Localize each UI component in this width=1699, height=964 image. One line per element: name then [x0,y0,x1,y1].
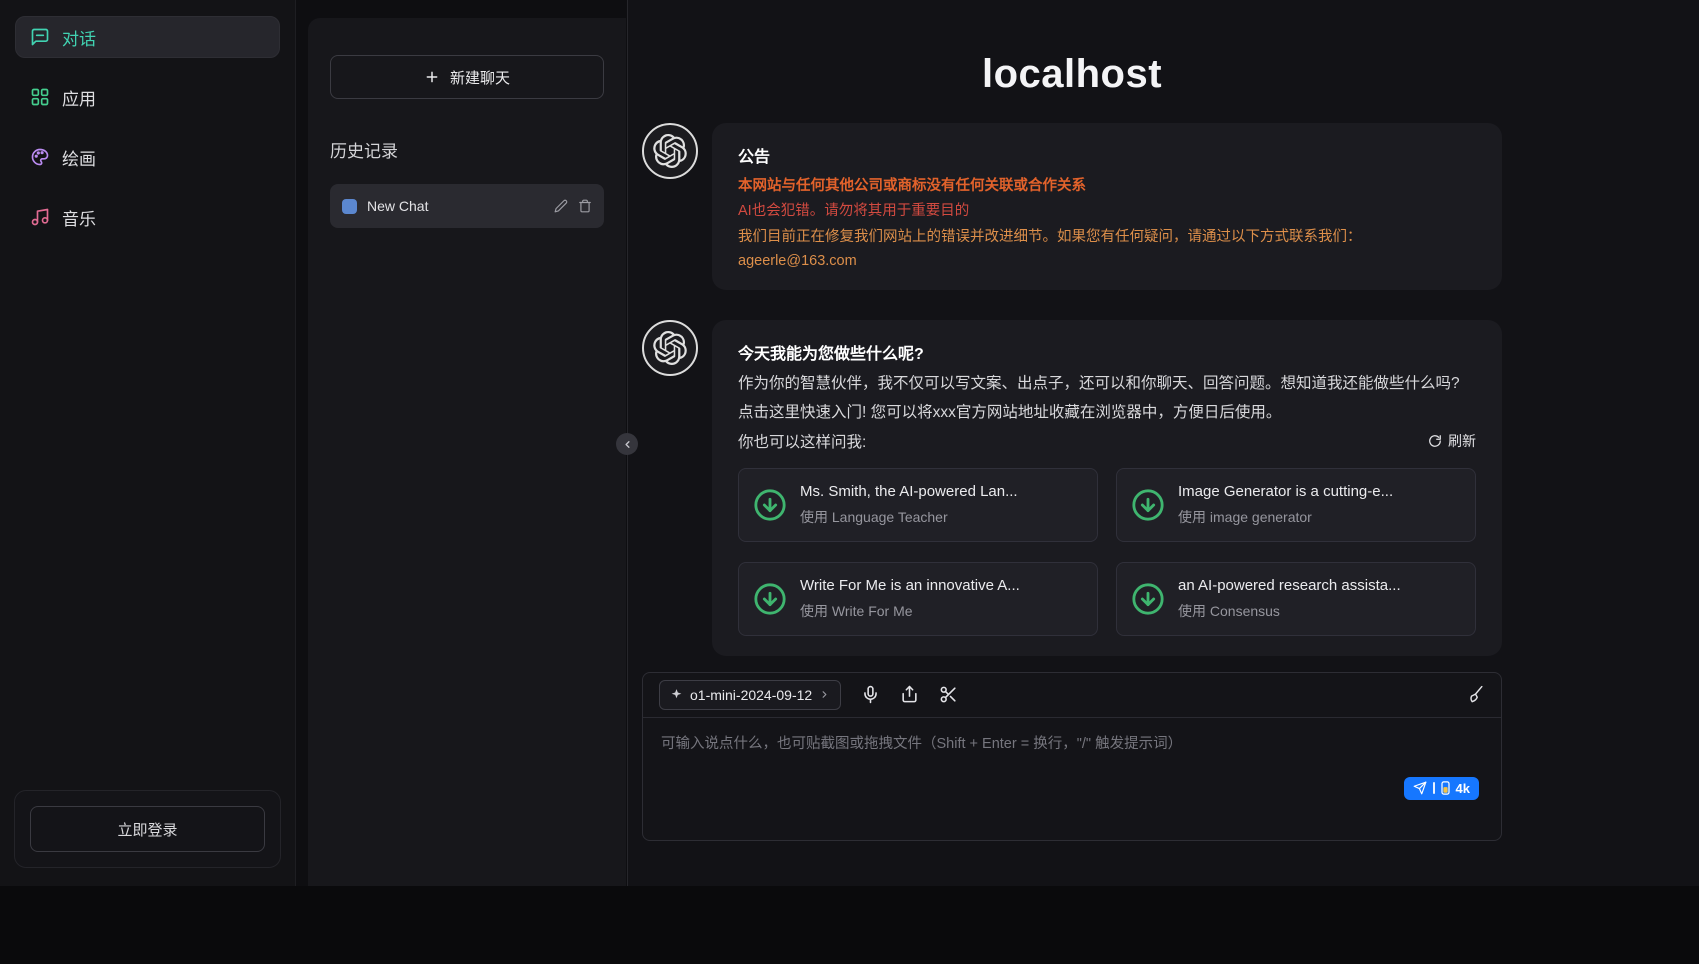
message-announcement: 公告 本网站与任何其他公司或商标没有任何关联或合作关系 AI也会犯错。请勿将其用… [642,123,1502,290]
arrow-down-circle-icon [753,488,787,522]
model-selector[interactable]: o1-mini-2024-09-12 [659,680,841,710]
chat-item-title: New Chat [367,198,544,214]
music-note-icon [30,207,50,227]
announcement-bubble: 公告 本网站与任何其他公司或商标没有任何关联或合作关系 AI也会犯错。请勿将其用… [712,123,1502,290]
bottom-strip [0,886,1699,964]
announcement-line: 我们目前正在修复我们网站上的错误并改进细节。如果您有任何疑问，请通过以下方式联系… [738,226,1476,248]
sparkle-icon [670,688,683,701]
collapse-sidebar-button[interactable] [616,433,638,455]
assistant-avatar [642,320,698,376]
chevron-right-icon [819,689,830,700]
welcome-title: 今天我能为您做些什么呢? [738,340,1476,364]
assistant-avatar [642,123,698,179]
suggestion-title: an AI-powered research assista... [1178,577,1401,594]
palette-icon [30,147,50,167]
delete-icon[interactable] [578,199,592,213]
apps-grid-icon [30,87,50,107]
microphone-icon [861,685,880,704]
page-title: localhost [642,52,1502,97]
sidebar-item-music[interactable]: 音乐 [15,196,280,238]
sidebar-item-apps[interactable]: 应用 [15,76,280,118]
ask-hint: 你也可以这样问我: [738,430,866,452]
suggestion-title: Image Generator is a cutting-e... [1178,483,1393,500]
openai-logo-icon [653,331,687,365]
badge-divider [1433,782,1435,794]
microphone-button[interactable] [861,685,880,704]
announcement-line: 本网站与任何其他公司或商标没有任何关联或合作关系 [738,175,1476,197]
model-label: o1-mini-2024-09-12 [690,687,812,703]
composer: o1-mini-2024-09-12 [642,672,1502,841]
refresh-button[interactable]: 刷新 [1428,431,1476,451]
suggestion-title: Write For Me is an innovative A... [800,577,1020,594]
suggestion-card[interactable]: Write For Me is an innovative A... 使用 Wr… [738,562,1098,636]
plus-icon [424,69,440,85]
suggestion-subtitle: 使用 Write For Me [800,601,1020,621]
upload-icon [900,685,919,704]
chat-list-panel: 新建聊天 历史记录 New Chat [308,18,626,886]
welcome-body: 作为你的智慧伙伴，我不仅可以写文案、出点子，还可以和你聊天、回答问题。想知道我还… [738,370,1476,427]
chat-item-icon [342,199,357,214]
sidebar-item-label: 音乐 [62,205,96,230]
edit-icon[interactable] [554,199,568,213]
upload-button[interactable] [900,685,919,704]
send-token-badge[interactable]: 4k [1404,777,1479,800]
send-icon [1413,781,1427,795]
sidebar: 对话 应用 绘画 音乐 立即登录 [0,0,296,886]
welcome-bubble: 今天我能为您做些什么呢? 作为你的智慧伙伴，我不仅可以写文案、出点子，还可以和你… [712,320,1502,655]
history-title: 历史记录 [330,137,604,162]
sidebar-item-drawing[interactable]: 绘画 [15,136,280,178]
sidebar-item-label: 应用 [62,85,96,110]
chat-list-item[interactable]: New Chat [330,184,604,228]
new-chat-label: 新建聊天 [450,67,510,88]
suggestion-subtitle: 使用 Language Teacher [800,507,1018,527]
refresh-icon [1428,434,1442,448]
announcement-title: 公告 [738,143,1476,167]
openai-logo-icon [653,134,687,168]
chat-item-actions [554,199,592,213]
message-welcome: 今天我能为您做些什么呢? 作为你的智慧伙伴，我不仅可以写文案、出点子，还可以和你… [642,320,1502,655]
sidebar-footer: 立即登录 [14,790,281,868]
scissors-button[interactable] [939,685,958,704]
arrow-down-circle-icon [1131,488,1165,522]
app-window: 对话 应用 绘画 音乐 立即登录 [0,0,1699,964]
suggestion-card[interactable]: Ms. Smith, the AI-powered Lan... 使用 Lang… [738,468,1098,542]
suggestion-card[interactable]: Image Generator is a cutting-e... 使用 ima… [1116,468,1476,542]
clear-context-button[interactable] [1466,685,1485,704]
composer-toolbar: o1-mini-2024-09-12 [643,673,1501,718]
message-input[interactable] [643,718,1501,840]
suggestion-grid: Ms. Smith, the AI-powered Lan... 使用 Lang… [738,468,1476,636]
chat-bubble-icon [30,27,50,47]
suggestion-subtitle: 使用 image generator [1178,507,1393,527]
arrow-down-circle-icon [1131,582,1165,616]
scissors-icon [939,685,958,704]
sidebar-item-label: 绘画 [62,145,96,170]
composer-body: 4k [643,718,1501,840]
arrow-down-circle-icon [753,582,787,616]
login-button[interactable]: 立即登录 [30,806,265,852]
sidebar-item-chat[interactable]: 对话 [15,16,280,58]
chat-main: localhost 公告 本网站与任何其他公司或商标没有任何关联或合作关系 AI… [627,0,1699,886]
suggestion-title: Ms. Smith, the AI-powered Lan... [800,483,1018,500]
announcement-line: AI也会犯错。请勿将其用于重要目的 [738,200,1476,222]
contact-email-link[interactable]: ageerle@163.com [738,253,857,269]
suggestion-card[interactable]: an AI-powered research assista... 使用 Con… [1116,562,1476,636]
new-chat-button[interactable]: 新建聊天 [330,55,604,99]
token-count: 4k [1456,781,1470,796]
suggestion-subtitle: 使用 Consensus [1178,601,1401,621]
chevron-left-icon [622,439,633,450]
refresh-label: 刷新 [1448,431,1476,451]
broom-icon [1466,685,1485,704]
token-gauge-icon [1441,781,1450,795]
sidebar-item-label: 对话 [62,25,96,50]
